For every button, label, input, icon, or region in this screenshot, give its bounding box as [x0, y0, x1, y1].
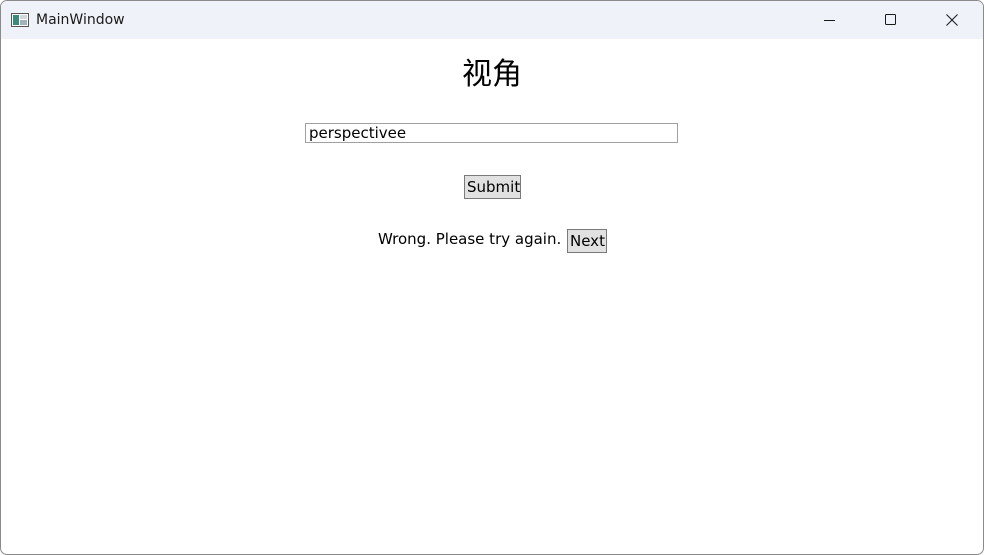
prompt-word: 视角 — [462, 57, 522, 92]
close-icon — [946, 11, 958, 30]
maximize-icon — [885, 11, 897, 30]
quiz-panel: 视角 Submit Wrong. Please try again. Next — [1, 39, 983, 554]
window-title: MainWindow — [36, 12, 125, 28]
main-window: MainWindow 视角 Submit Wrong. Please try a… — [0, 0, 984, 555]
maximize-button[interactable] — [861, 1, 921, 39]
close-button[interactable] — [922, 1, 982, 39]
submit-button[interactable]: Submit — [464, 175, 521, 199]
feedback-message: Wrong. Please try again. — [378, 230, 562, 248]
title-bar[interactable]: MainWindow — [1, 1, 983, 39]
next-button[interactable]: Next — [567, 229, 607, 253]
minimize-icon — [824, 11, 836, 30]
minimize-button[interactable] — [800, 1, 860, 39]
app-window-icon — [11, 12, 29, 27]
answer-input[interactable] — [305, 123, 678, 143]
